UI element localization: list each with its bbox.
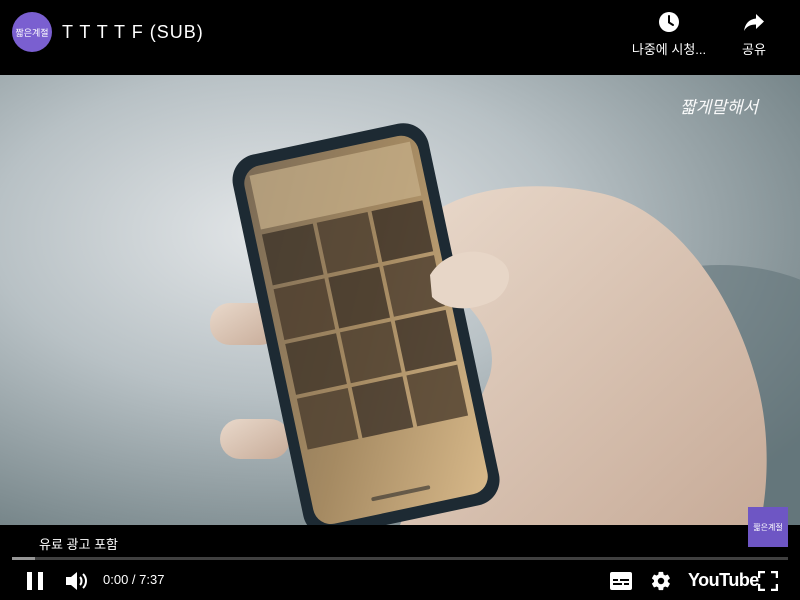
- captions-icon: [610, 572, 632, 590]
- watch-later-label: 나중에 시청...: [631, 42, 707, 57]
- settings-button[interactable]: [648, 568, 674, 594]
- video-scene-image: [0, 75, 800, 525]
- progress-bar[interactable]: [12, 557, 788, 560]
- pause-icon: [27, 572, 43, 590]
- paid-promotion-label[interactable]: 유료 광고 포함: [39, 534, 118, 553]
- share-label: 공유: [742, 42, 766, 57]
- volume-button[interactable]: [62, 567, 92, 595]
- share-arrow-icon: [744, 14, 764, 31]
- channel-branding-thumbnail[interactable]: 짧은계절: [748, 507, 788, 547]
- time-display: 0:00 / 7:37: [103, 572, 165, 587]
- watch-later-button[interactable]: 나중에 시청...: [622, 10, 716, 58]
- channel-avatar-text: 짧은계절: [15, 28, 49, 39]
- clock-icon: [659, 12, 679, 32]
- player-top-bar: 짧은계절 T T T T F (SUB) 나중에 시청... 공유: [0, 0, 800, 75]
- fullscreen-icon: [758, 571, 778, 591]
- volume-icon: [66, 572, 87, 590]
- gear-icon: [651, 571, 670, 591]
- captions-button[interactable]: [608, 569, 634, 593]
- video-frame[interactable]: 짧게말해서: [0, 75, 800, 525]
- progress-buffered: [12, 557, 36, 560]
- share-button[interactable]: 공유: [732, 10, 776, 58]
- youtube-logo[interactable]: YouTube: [688, 570, 759, 591]
- player-controls: 유료 광고 포함 짧은계절 0:00 / 7:37 YouTube: [0, 507, 800, 600]
- fullscreen-button[interactable]: [756, 569, 780, 593]
- promo-thumbnail-text: 짧은계절: [753, 522, 783, 532]
- channel-avatar[interactable]: 짧은계절: [12, 12, 52, 52]
- video-title[interactable]: T T T T F (SUB): [62, 22, 204, 43]
- video-watermark: 짧게말해서: [680, 98, 759, 118]
- pause-button[interactable]: [22, 568, 48, 594]
